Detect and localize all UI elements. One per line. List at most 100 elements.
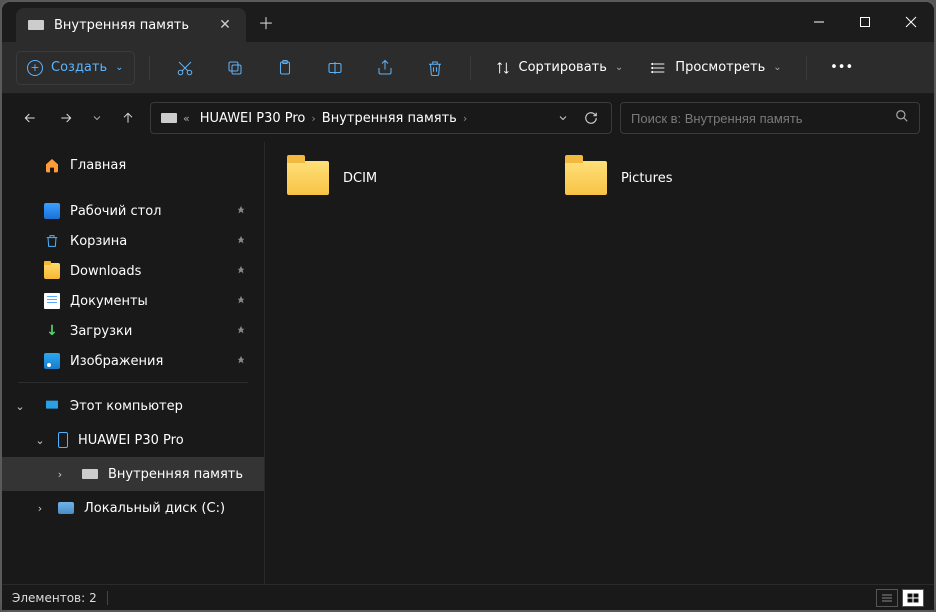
folder-icon <box>565 161 607 195</box>
more-button[interactable]: ••• <box>821 48 863 88</box>
toolbar-separator <box>149 56 150 80</box>
pin-icon <box>236 354 246 369</box>
sidebar: Главная Рабочий стол Корзина Downloads Д… <box>2 142 265 584</box>
nav-row: « HUAWEI P30 Pro › Внутренняя память › <box>2 94 934 142</box>
sidebar-item-documents[interactable]: Документы <box>2 286 264 316</box>
new-button[interactable]: + Создать ⌄ <box>16 51 135 85</box>
folder-name: Pictures <box>621 171 672 186</box>
chevron-down-icon: ⌄ <box>615 62 623 73</box>
rename-button[interactable] <box>314 48 356 88</box>
breadcrumb-device[interactable]: HUAWEI P30 Pro <box>194 111 312 126</box>
sidebar-device[interactable]: ⌄ HUAWEI P30 Pro <box>2 423 264 457</box>
sidebar-label: Документы <box>70 294 148 309</box>
sidebar-label: Загрузки <box>70 324 132 339</box>
recent-button[interactable] <box>88 102 106 134</box>
expand-icon[interactable]: ⌄ <box>12 400 28 413</box>
file-explorer-window: Внутренняя память ✕ ＋ + Создать ⌄ Сортир… <box>0 0 936 612</box>
view-icon <box>651 60 667 76</box>
toolbar-separator <box>470 56 471 80</box>
view-icons-button[interactable] <box>902 589 924 607</box>
content-area[interactable]: DCIM Pictures <box>265 142 934 584</box>
sidebar-label: Downloads <box>70 264 141 279</box>
history-chevron-icon[interactable]: « <box>183 112 190 125</box>
sidebar-internal-storage[interactable]: › Внутренняя память <box>2 457 264 491</box>
chevron-down-icon: ⌄ <box>115 62 123 73</box>
sidebar-home[interactable]: Главная <box>2 148 264 182</box>
maximize-button[interactable] <box>842 2 888 42</box>
pin-icon <box>236 204 246 219</box>
minimize-button[interactable] <box>796 2 842 42</box>
breadcrumb-sep-icon: › <box>463 112 467 125</box>
sidebar-item-desktop[interactable]: Рабочий стол <box>2 196 264 226</box>
refresh-button[interactable] <box>577 111 605 125</box>
sidebar-item-downloads-ru[interactable]: ↓ Загрузки <box>2 316 264 346</box>
sidebar-item-downloads-en[interactable]: Downloads <box>2 256 264 286</box>
body: Главная Рабочий стол Корзина Downloads Д… <box>2 142 934 584</box>
sidebar-divider <box>18 382 248 383</box>
search-box[interactable] <box>620 102 920 134</box>
sidebar-label: Рабочий стол <box>70 204 161 219</box>
phone-icon <box>58 432 68 448</box>
sidebar-label: Корзина <box>70 234 127 249</box>
close-button[interactable] <box>888 2 934 42</box>
pc-icon <box>44 398 60 414</box>
window-controls <box>796 2 934 42</box>
drive-icon <box>28 20 44 30</box>
folder-item[interactable]: DCIM <box>283 156 533 200</box>
folder-item[interactable]: Pictures <box>561 156 811 200</box>
tab-close-button[interactable]: ✕ <box>216 17 234 33</box>
sort-label: Сортировать <box>519 60 607 75</box>
status-bar: Элементов: 2 <box>2 584 934 610</box>
paste-button[interactable] <box>264 48 306 88</box>
expand-icon[interactable]: ⌄ <box>32 434 48 447</box>
delete-button[interactable] <box>414 48 456 88</box>
home-icon <box>44 157 60 173</box>
sidebar-label: HUAWEI P30 Pro <box>78 433 184 448</box>
download-icon: ↓ <box>44 323 60 339</box>
breadcrumb-storage[interactable]: Внутренняя память <box>316 111 463 126</box>
desktop-icon <box>44 203 60 219</box>
cut-button[interactable] <box>164 48 206 88</box>
status-item-count-label: Элементов: <box>12 591 85 605</box>
titlebar: Внутренняя память ✕ ＋ <box>2 2 934 42</box>
status-item-count-value: 2 <box>89 591 97 605</box>
tab-active[interactable]: Внутренняя память ✕ <box>16 8 246 42</box>
drive-icon <box>161 113 177 123</box>
pin-icon <box>236 264 246 279</box>
sidebar-label: Этот компьютер <box>70 399 183 414</box>
copy-button[interactable] <box>214 48 256 88</box>
forward-button[interactable] <box>52 102 80 134</box>
folder-icon <box>44 263 60 279</box>
toolbar: + Создать ⌄ Сортировать ⌄ Просмотреть ⌄ … <box>2 42 934 94</box>
pin-icon <box>236 294 246 309</box>
sidebar-this-pc[interactable]: ⌄ Этот компьютер <box>2 389 264 423</box>
address-dropdown-button[interactable] <box>549 112 577 124</box>
sidebar-label: Внутренняя память <box>108 467 243 482</box>
document-icon <box>44 293 60 309</box>
trash-icon <box>44 233 60 249</box>
folder-name: DCIM <box>343 171 377 186</box>
sidebar-local-disk[interactable]: › Локальный диск (C:) <box>2 491 264 525</box>
pictures-icon <box>44 353 60 369</box>
new-tab-button[interactable]: ＋ <box>246 2 286 42</box>
plus-icon: + <box>27 60 43 76</box>
sidebar-label: Локальный диск (C:) <box>84 501 225 516</box>
drive-icon <box>82 469 98 479</box>
sort-button[interactable]: Сортировать ⌄ <box>485 48 634 88</box>
sort-icon <box>495 60 511 76</box>
address-bar[interactable]: « HUAWEI P30 Pro › Внутренняя память › <box>150 102 612 134</box>
sidebar-item-trash[interactable]: Корзина <box>2 226 264 256</box>
back-button[interactable] <box>16 102 44 134</box>
expand-icon[interactable]: › <box>52 468 68 481</box>
up-button[interactable] <box>114 102 142 134</box>
sidebar-label: Изображения <box>70 354 163 369</box>
search-icon[interactable] <box>895 109 909 127</box>
share-button[interactable] <box>364 48 406 88</box>
view-button[interactable]: Просмотреть ⌄ <box>641 48 791 88</box>
search-input[interactable] <box>631 111 895 126</box>
view-details-button[interactable] <box>876 589 898 607</box>
sidebar-item-pictures[interactable]: Изображения <box>2 346 264 376</box>
expand-icon[interactable]: › <box>32 502 48 515</box>
sidebar-label: Главная <box>70 158 126 173</box>
toolbar-separator <box>806 56 807 80</box>
